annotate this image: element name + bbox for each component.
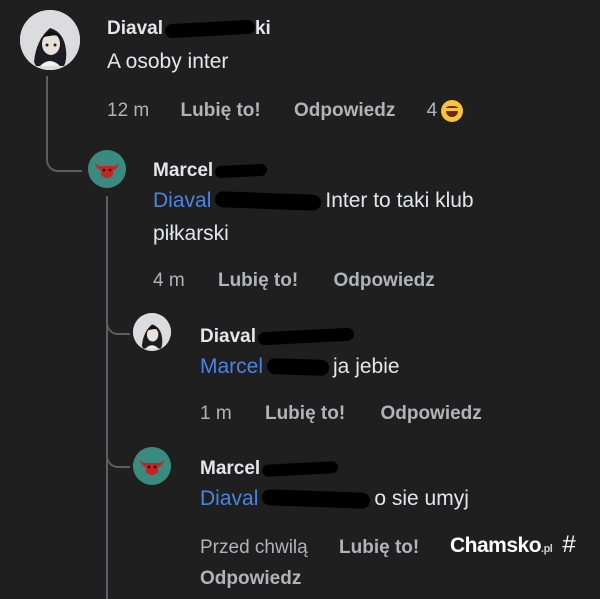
redaction-mark [262,489,371,510]
comment-actions-wrapped: Odpowiedz [200,568,301,590]
mention-link[interactable]: Diaval [200,487,258,510]
laughing-emoji-icon [441,100,464,122]
comment: Diaval Marcel ja jebie [200,326,400,383]
avatar[interactable] [88,150,126,188]
like-button[interactable]: Lubię to! [339,537,419,559]
watermark: Chamsko.pl # [450,531,576,559]
thread-connector [46,76,82,172]
like-button[interactable]: Lubię to! [181,100,261,122]
comment-text: Marcel ja jebie [200,350,400,383]
author-name[interactable]: Diaval [200,326,256,347]
comment-text: A osoby inter [107,50,229,73]
comment-actions: 1 m Lubię to! Odpowiedz [200,403,482,425]
reply-button[interactable]: Odpowiedz [294,100,395,122]
comment-actions: Przed chwilą Lubię to! [200,537,419,559]
comment-time[interactable]: 1 m [200,403,232,425]
comment-text-continuation: piłkarski [153,222,229,245]
reply-button[interactable]: Odpowiedz [333,270,434,292]
author-name[interactable]: Diaval [107,18,163,39]
author-name-suffix: ki [254,18,271,39]
thread-connector [106,300,130,335]
comment-text-main: ja jebie [333,355,400,378]
comment-author[interactable]: Marcel [200,458,469,480]
redaction-mark [164,19,256,39]
author-name[interactable]: Marcel [153,160,213,181]
watermark-tld: .pl [541,543,553,555]
comment: Diaval ki A osoby inter [107,18,271,78]
comment-text: Diaval Inter to taki klub [153,184,474,217]
redaction-mark [257,327,355,346]
author-name[interactable]: Marcel [200,458,260,479]
reply-button[interactable]: Odpowiedz [380,403,481,425]
watermark-brand: Chamsko [450,534,542,557]
comment-thread: Diaval ki A osoby inter 12 m Lubię to! Od… [0,0,600,599]
comment-time[interactable]: 12 m [107,100,149,122]
thread-connector [106,196,108,599]
comment-author[interactable]: Marcel [153,160,474,182]
bull-avatar-icon [88,150,126,188]
comment-text-main: o sie umyj [374,487,469,510]
comment-text: Diaval o sie umyj [200,482,469,515]
comment-time[interactable]: Przed chwilą [200,537,308,559]
comment-actions: 12 m Lubię to! Odpowiedz 4 [107,100,464,122]
reply-button[interactable]: Odpowiedz [200,568,301,590]
comment-author[interactable]: Diaval [200,326,400,348]
reaction-summary[interactable]: 4 [427,100,464,122]
bull-avatar-icon [133,447,171,485]
redaction-mark [261,461,339,477]
comment-time[interactable]: 4 m [153,270,185,292]
comment-author[interactable]: Diaval ki [107,18,271,40]
avatar[interactable] [133,313,171,351]
redaction-mark [266,358,330,377]
mention-link[interactable]: Marcel [200,355,263,378]
anime-avatar-icon [20,10,80,70]
like-button[interactable]: Lubię to! [218,270,298,292]
comment: Marcel Diaval o sie umyj [200,458,469,515]
reaction-count: 4 [426,100,438,122]
avatar[interactable] [20,10,80,70]
avatar[interactable] [133,447,171,485]
watermark-hash-icon: # [562,531,576,558]
redaction-mark [215,191,322,212]
comment-actions: 4 m Lubię to! Odpowiedz [153,270,435,292]
mention-link[interactable]: Diaval [153,189,211,212]
like-button[interactable]: Lubię to! [265,403,345,425]
comment: Marcel Diaval Inter to taki klub piłkarsk… [153,160,474,250]
anime-avatar-icon [133,313,171,351]
redaction-mark [214,163,268,179]
comment-text-main: Inter to taki klub [325,189,474,212]
thread-connector [106,430,130,468]
